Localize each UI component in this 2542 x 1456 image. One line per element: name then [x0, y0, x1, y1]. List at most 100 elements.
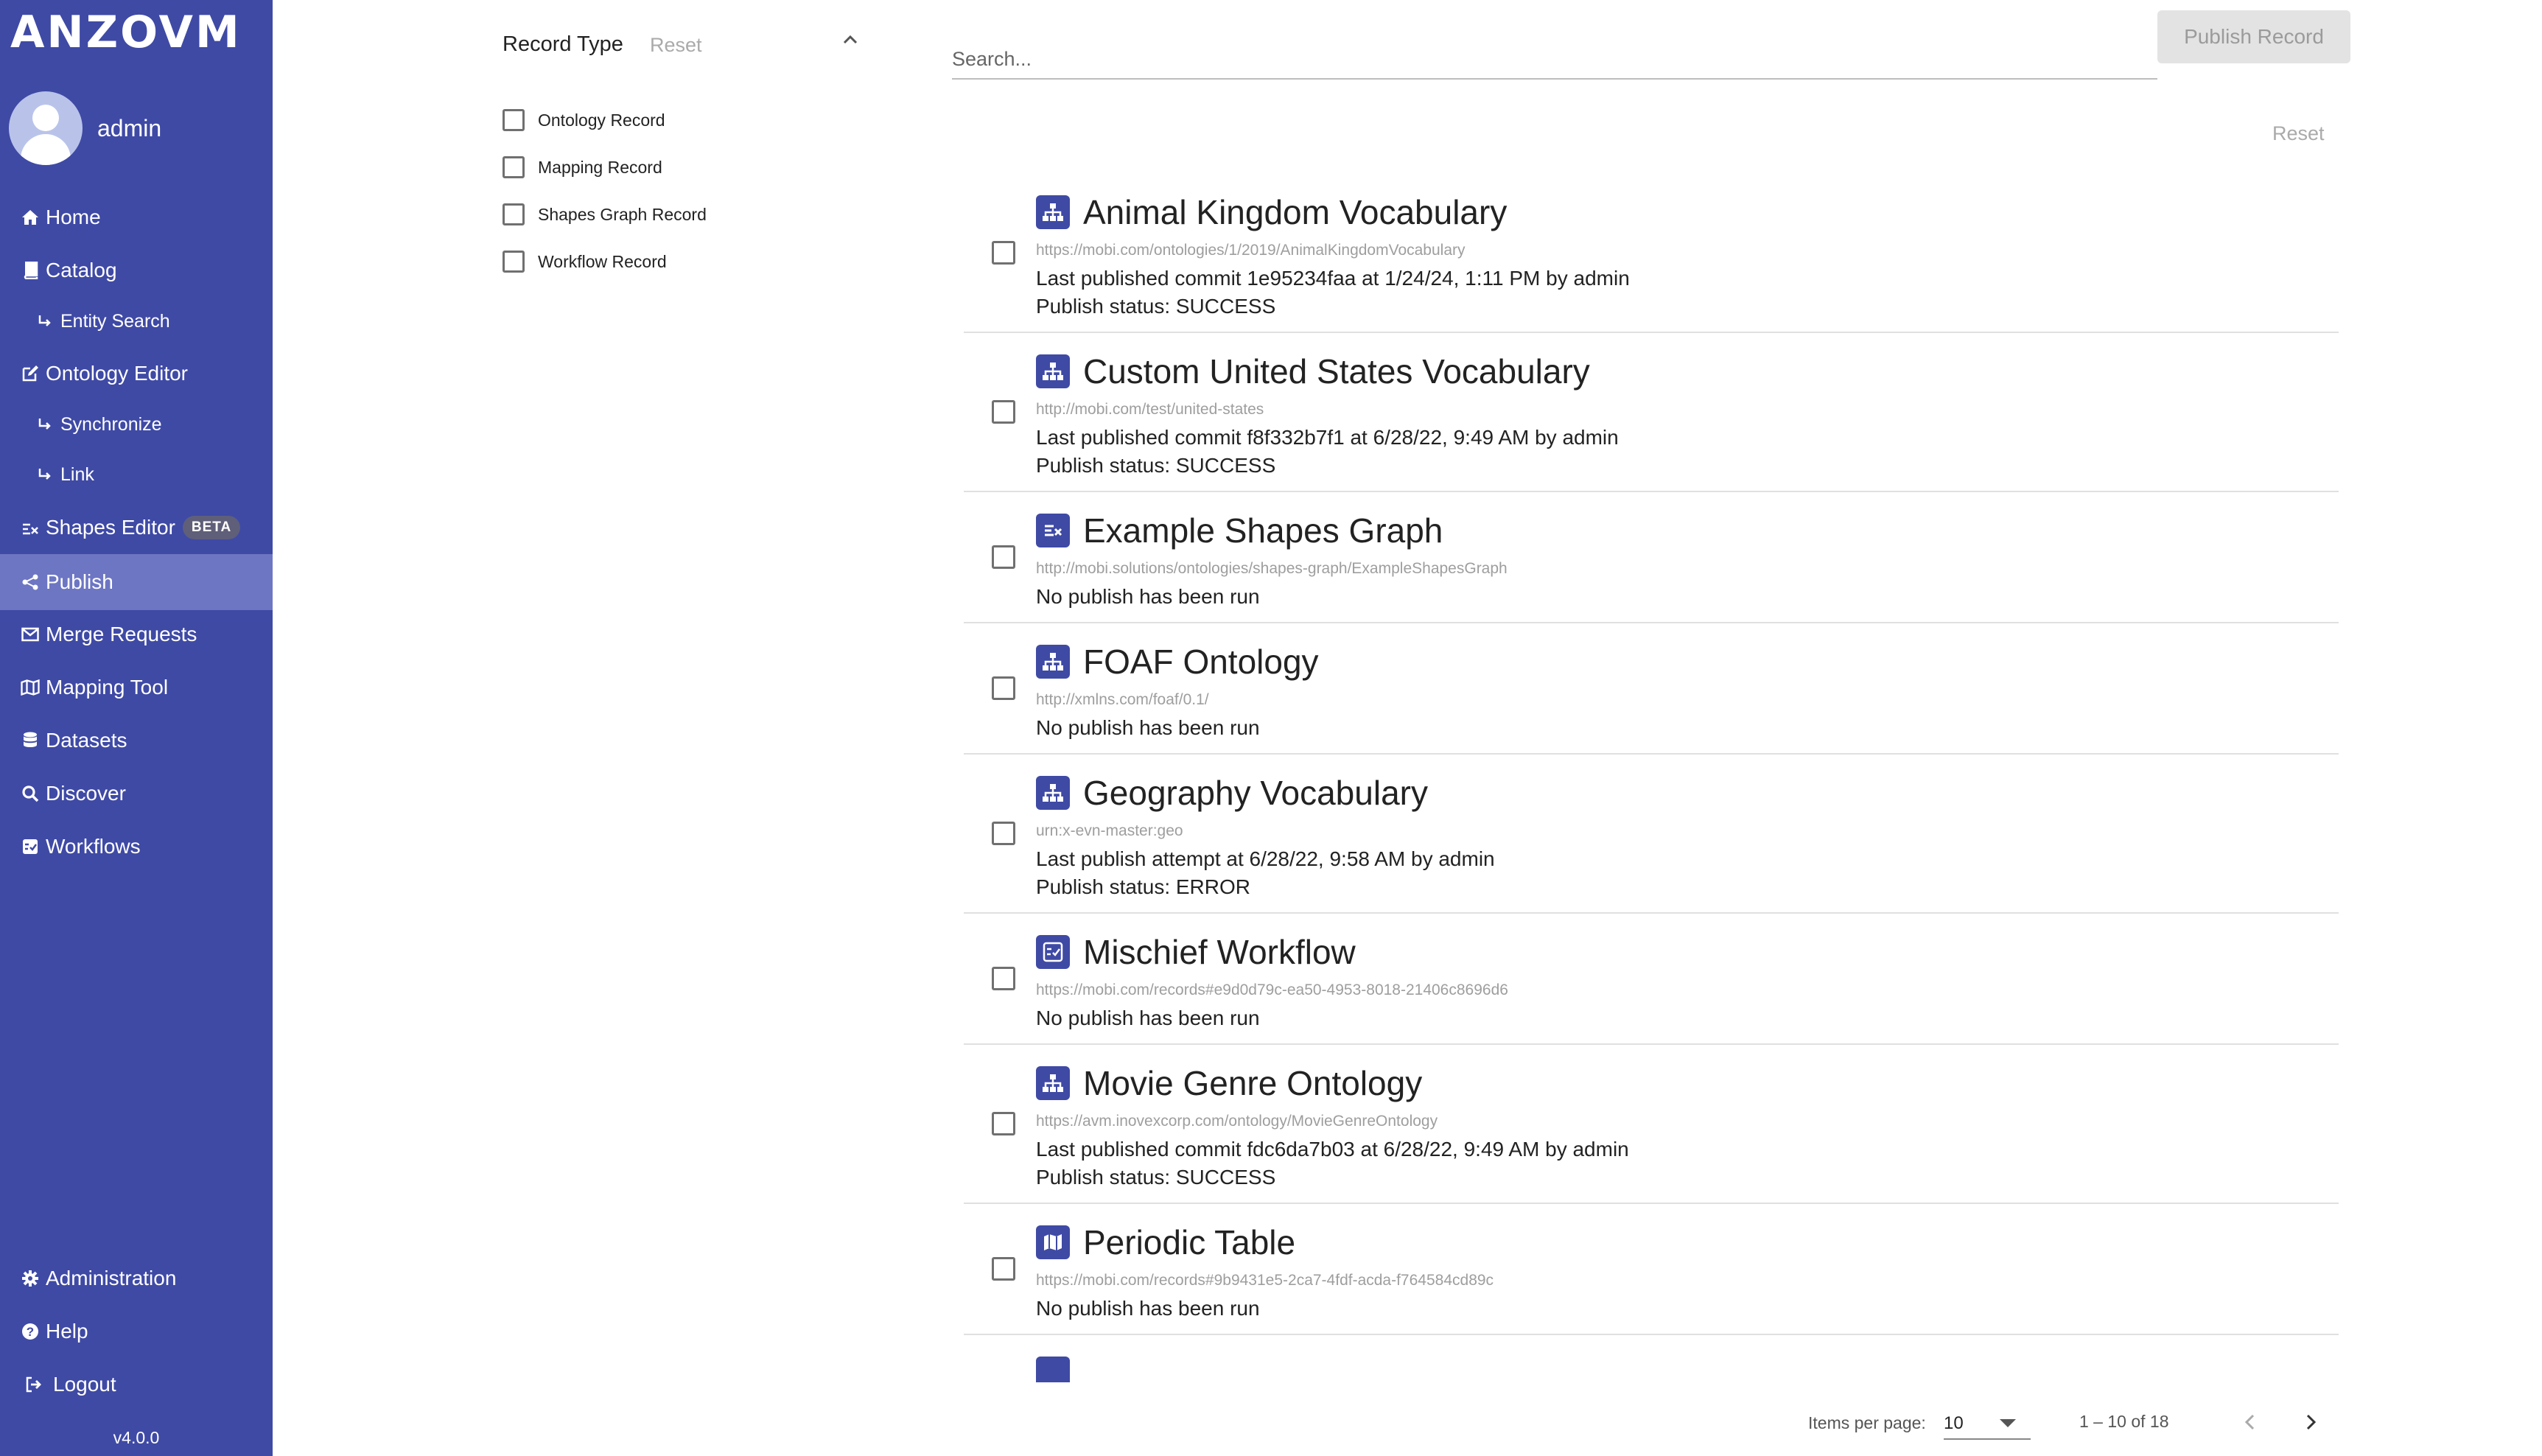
record-title[interactable]: Movie Genre Ontology: [1083, 1063, 1422, 1103]
publisher: admin: [1562, 426, 1619, 449]
search-input[interactable]: [952, 40, 2157, 80]
chevron-up-icon[interactable]: [840, 29, 861, 50]
nav-link[interactable]: Link: [0, 461, 273, 488]
filter-reset-link[interactable]: Reset: [650, 34, 702, 57]
workflow-icon: [1036, 935, 1070, 969]
publisher: admin: [1573, 267, 1630, 290]
record-checkbox[interactable]: [992, 676, 1015, 700]
record-item[interactable]: Movie Genre Ontology https://avm.inovexc…: [964, 1045, 2339, 1204]
record-checkbox[interactable]: [992, 545, 1015, 569]
record-item[interactable]: Mischief Workflow https://mobi.com/recor…: [964, 914, 2339, 1045]
nav-entity-search[interactable]: Entity Search: [0, 308, 273, 335]
record-title[interactable]: Mischief Workflow: [1083, 932, 1356, 972]
book-icon: [21, 261, 40, 280]
nav-workflows-label: Workflows: [46, 835, 141, 858]
ontology-icon: [1036, 1066, 1070, 1100]
filter-option-ontology-record[interactable]: Ontology Record: [503, 109, 665, 131]
record-item[interactable]: FOAF Ontology http://xmlns.com/foaf/0.1/…: [964, 623, 2339, 755]
next-page-button[interactable]: [2297, 1409, 2324, 1435]
record-item[interactable]: Example Shapes Graph http://mobi.solutio…: [964, 492, 2339, 623]
nav-discover[interactable]: Discover: [0, 778, 273, 809]
record-item[interactable]: Animal Kingdom Vocabulary https://mobi.c…: [964, 174, 2339, 333]
checkbox[interactable]: [503, 156, 525, 178]
nav-entity-search-label: Entity Search: [60, 310, 170, 332]
nav-catalog-label: Catalog: [46, 259, 117, 281]
record-checkbox[interactable]: [992, 1112, 1015, 1135]
selection-reset-link[interactable]: Reset: [2272, 122, 2325, 145]
record-checkbox[interactable]: [992, 241, 1015, 265]
publish-info: Last published commit 1e95234faa at 1/24…: [1036, 267, 1630, 290]
search-icon: [21, 784, 40, 803]
svg-text:?: ?: [27, 1325, 34, 1339]
record-title[interactable]: Periodic Table: [1083, 1222, 1295, 1262]
filter-option-workflow-record[interactable]: Workflow Record: [503, 251, 667, 273]
nav-catalog[interactable]: Catalog: [0, 255, 273, 286]
filter-option-mapping-record[interactable]: Mapping Record: [503, 156, 662, 178]
filter-option-label: Workflow Record: [538, 251, 667, 271]
publish-record-button[interactable]: Publish Record: [2157, 10, 2350, 63]
app-version: v4.0.0: [113, 1428, 160, 1447]
nav-home[interactable]: Home: [0, 202, 273, 233]
record-title[interactable]: FOAF Ontology: [1083, 642, 1319, 682]
publish-status: Publish status: SUCCESS: [1036, 295, 1276, 318]
record-checkbox[interactable]: [992, 400, 1015, 424]
record-type-filter-title[interactable]: Record Type: [503, 32, 623, 57]
record-title[interactable]: Custom United States Vocabulary: [1083, 351, 1590, 391]
filter-option-shapes-graph-record[interactable]: Shapes Graph Record: [503, 203, 707, 225]
envelope-icon: [21, 625, 40, 644]
checkbox[interactable]: [503, 109, 525, 131]
nav-link-label: Link: [60, 463, 94, 485]
nav-administration[interactable]: Administration: [0, 1263, 273, 1294]
nav-merge-requests-label: Merge Requests: [46, 623, 197, 645]
record-checkbox[interactable]: [992, 1257, 1015, 1281]
items-per-page-label: Items per page:: [1808, 1413, 1926, 1432]
record-item[interactable]: Periodic Table https://mobi.com/records#…: [964, 1204, 2339, 1335]
page-size-select[interactable]: 10: [1944, 1406, 2031, 1440]
nav-publish[interactable]: Publish: [0, 554, 273, 610]
nav-datasets[interactable]: Datasets: [0, 725, 273, 756]
publish-info: No publish has been run: [1036, 1297, 1260, 1320]
username: admin: [97, 114, 162, 141]
record-title[interactable]: Example Shapes Graph: [1083, 511, 1443, 550]
page-size-value: 10: [1944, 1413, 1964, 1433]
record-item-partial[interactable]: [964, 1335, 2339, 1382]
user-profile[interactable]: admin: [9, 91, 161, 165]
ontology-icon: [1036, 776, 1070, 810]
nav-merge-requests[interactable]: Merge Requests: [0, 619, 273, 650]
commit-id: fdc6da7b03: [1247, 1138, 1355, 1161]
filter-option-label: Mapping Record: [538, 157, 662, 177]
checkbox[interactable]: [503, 203, 525, 225]
publish-info: Last published commit f8f332b7f1 at 6/28…: [1036, 426, 1619, 449]
record-checkbox[interactable]: [992, 822, 1015, 845]
nav-logout[interactable]: Logout: [0, 1369, 273, 1400]
nav-help[interactable]: ? Help: [0, 1316, 273, 1347]
record-iri: http://mobi.solutions/ontologies/shapes-…: [1036, 560, 1508, 577]
ontology-icon: [1036, 195, 1070, 229]
publish-status: Publish status: SUCCESS: [1036, 1166, 1276, 1189]
record-item[interactable]: Custom United States Vocabulary http://m…: [964, 333, 2339, 492]
question-circle-icon: ?: [21, 1322, 40, 1341]
app-logo[interactable]: ANZOVM: [10, 6, 242, 59]
checkbox[interactable]: [503, 251, 525, 273]
ontology-icon: [1036, 1357, 1070, 1382]
publish-info: No publish has been run: [1036, 1007, 1260, 1029]
publish-status: Publish status: SUCCESS: [1036, 454, 1276, 477]
nav-ontology-editor[interactable]: Ontology Editor: [0, 358, 273, 389]
mapping-icon: [1036, 1225, 1070, 1259]
record-item[interactable]: Geography Vocabulary urn:x-evn-master:ge…: [964, 755, 2339, 914]
record-iri: http://xmlns.com/foaf/0.1/: [1036, 691, 1209, 708]
record-title[interactable]: Geography Vocabulary: [1083, 773, 1428, 813]
nav-datasets-label: Datasets: [46, 729, 127, 752]
shapes-editor-icon: [21, 518, 40, 537]
nav-administration-label: Administration: [46, 1267, 177, 1289]
nav-synchronize[interactable]: Synchronize: [0, 411, 273, 438]
nav-workflows[interactable]: Workflows: [0, 831, 273, 862]
previous-page-button[interactable]: [2237, 1409, 2263, 1435]
nav-logout-label: Logout: [53, 1373, 116, 1396]
nav-mapping-tool[interactable]: Mapping Tool: [0, 672, 273, 703]
nav-shapes-editor[interactable]: Shapes Editor BETA: [0, 511, 273, 544]
record-title[interactable]: Animal Kingdom Vocabulary: [1083, 192, 1507, 232]
database-icon: [21, 731, 40, 750]
share-icon: [21, 573, 40, 592]
record-checkbox[interactable]: [992, 967, 1015, 990]
